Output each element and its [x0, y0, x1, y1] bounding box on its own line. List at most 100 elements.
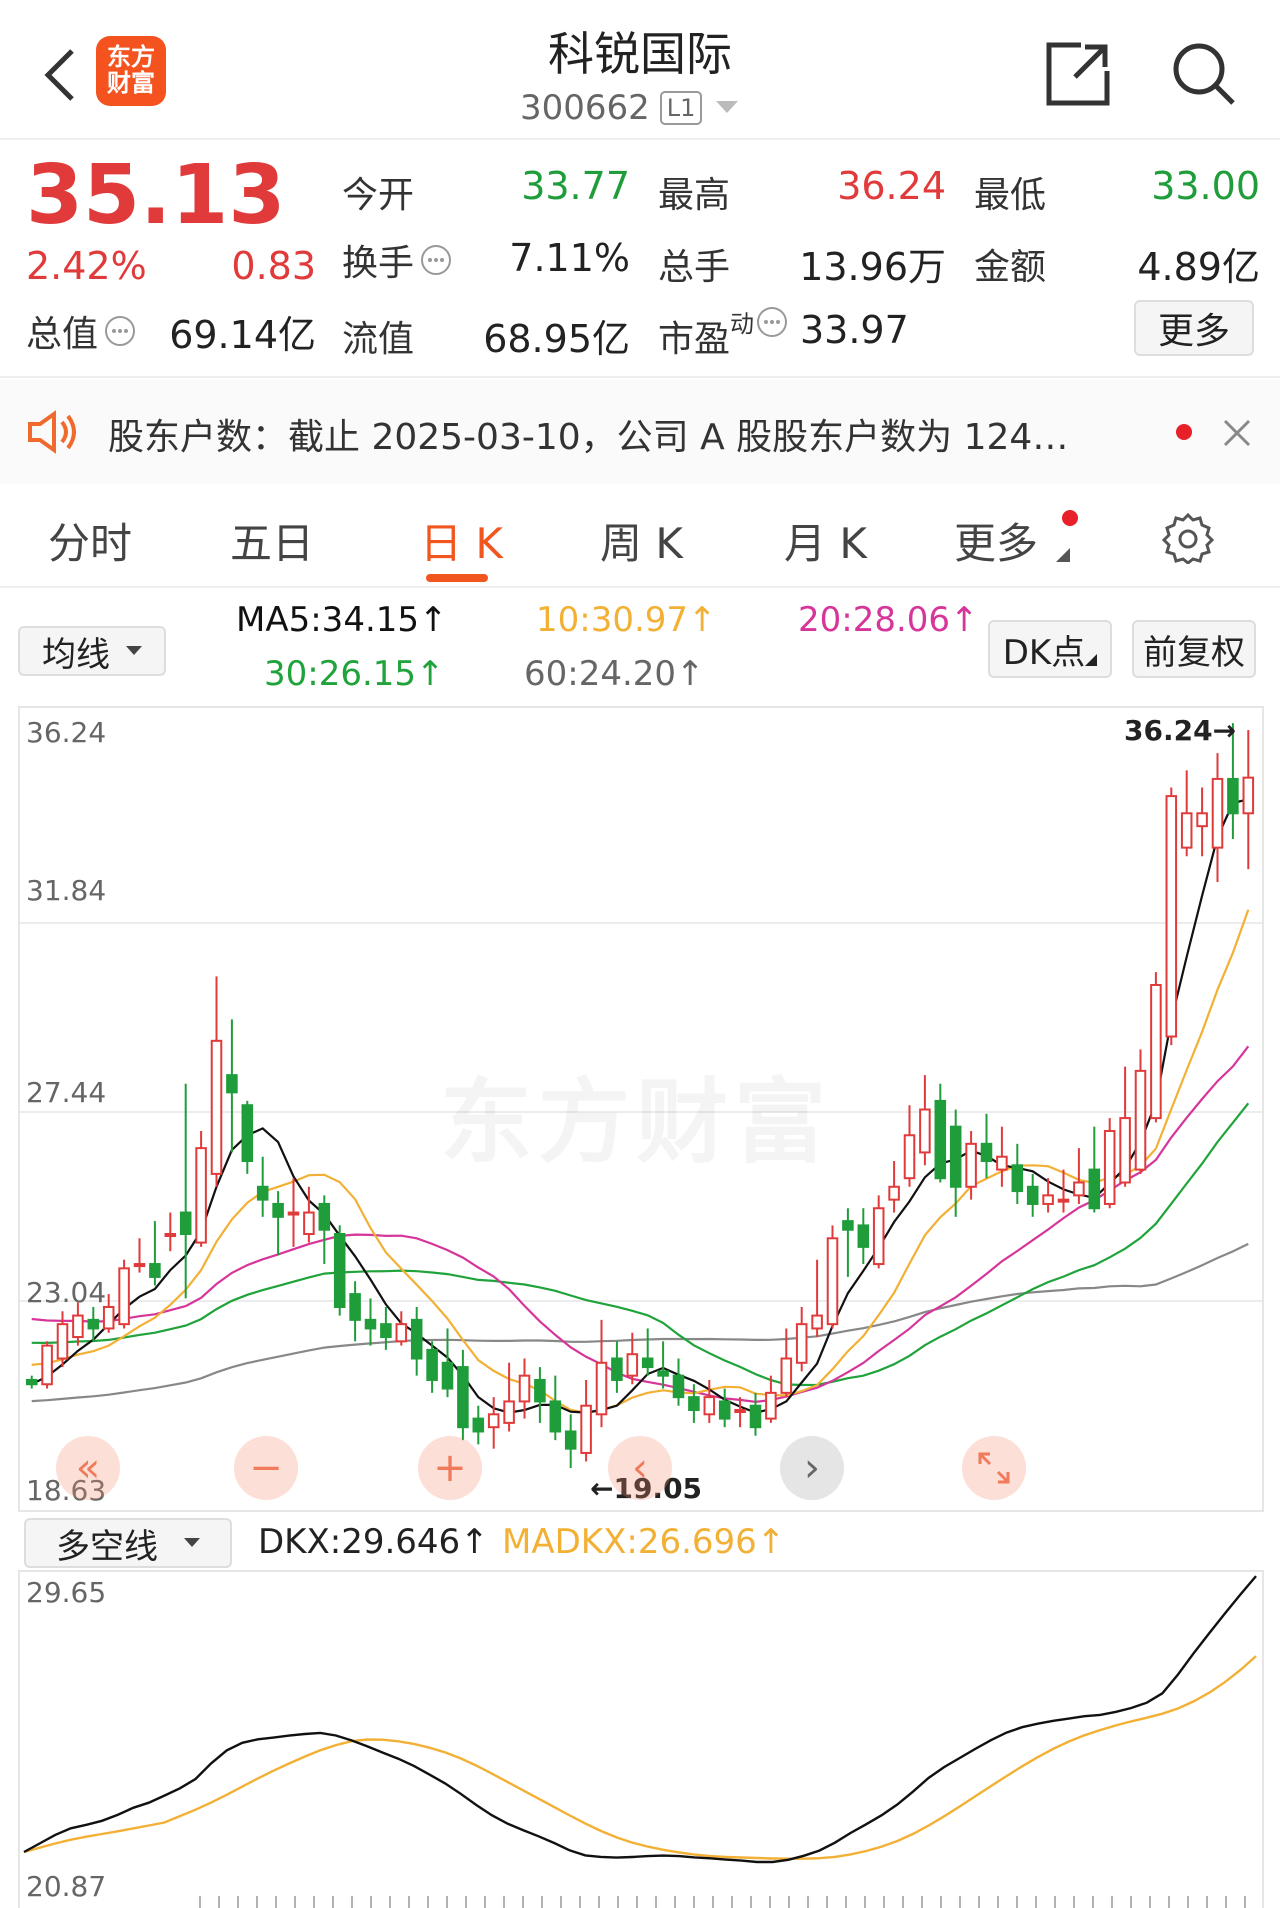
candle-body: [949, 1125, 962, 1188]
info-icon[interactable]: [420, 244, 452, 276]
candle: [1026, 1173, 1039, 1217]
candle: [765, 1375, 777, 1423]
stat-low-value: 33.00: [1151, 164, 1260, 208]
candle: [903, 1105, 916, 1187]
back-button[interactable]: [30, 40, 90, 110]
dropdown-triangle-icon: [184, 1538, 200, 1547]
candle-body: [703, 1396, 716, 1416]
candle-body: [811, 1314, 823, 1330]
fullscreen-button[interactable]: [962, 1436, 1026, 1500]
tab-intraday[interactable]: 分时: [48, 510, 132, 571]
stat-volume-label: 总手: [658, 247, 731, 288]
candle-body: [1073, 1181, 1085, 1197]
kline-chart[interactable]: 东方财富 36.24 31.84 27.44 23.04 18.63 36.24…: [18, 706, 1264, 1512]
candle-body: [1134, 1069, 1147, 1171]
candle-body: [303, 1211, 315, 1235]
y-label-3: 27.44: [26, 1076, 107, 1109]
tab-monthly-k[interactable]: 月 K: [784, 510, 867, 571]
scroll-right-button[interactable]: ›: [780, 1436, 844, 1500]
candle-body: [1011, 1164, 1024, 1193]
zoom-out-button[interactable]: −: [234, 1436, 298, 1500]
more-button[interactable]: 更多: [1134, 300, 1254, 356]
candle: [980, 1113, 993, 1179]
candle: [1011, 1143, 1024, 1204]
current-price: 35.13: [26, 148, 286, 243]
stat-float-value-label: 流值: [342, 319, 415, 360]
candle: [1150, 972, 1162, 1123]
scroll-left-fast-button[interactable]: «: [56, 1436, 120, 1500]
candle-body: [580, 1404, 592, 1454]
scroll-left-button[interactable]: ‹: [608, 1436, 672, 1500]
candle-body: [611, 1357, 623, 1381]
quote-divider: [0, 376, 1280, 378]
candle-body: [487, 1413, 500, 1429]
dropdown-triangle-icon: [126, 646, 142, 655]
stock-code-row[interactable]: 300662 L1: [520, 86, 780, 130]
search-button[interactable]: [1166, 36, 1242, 112]
info-icon[interactable]: [756, 306, 788, 338]
candle-body: [1042, 1194, 1054, 1205]
candle: [1165, 787, 1178, 1046]
notice-unread-dot: [1176, 424, 1192, 440]
candle-body: [102, 1305, 115, 1330]
candle-body: [410, 1318, 423, 1360]
stat-open-value: 33.77: [521, 164, 630, 208]
candle-body: [1196, 812, 1208, 828]
candle-body: [25, 1378, 38, 1386]
tab-more[interactable]: 更多: [954, 510, 1078, 571]
madkx-value: MADKX:26.696↑: [502, 1522, 786, 1562]
zoom-in-button[interactable]: +: [418, 1436, 482, 1500]
quote-panel: 35.13 2.42% 0.83 总值 69.14亿 今开 33.77 最高 3…: [0, 140, 1280, 376]
tab-five-day[interactable]: 五日: [230, 510, 314, 571]
tab-weekly-k[interactable]: 周 K: [600, 510, 683, 571]
adjust-button[interactable]: 前复权: [1132, 620, 1256, 678]
ma5-value: MA5:34.15↑: [236, 600, 448, 640]
candle-body: [765, 1391, 777, 1420]
candle-body: [164, 1233, 177, 1237]
candle-body: [795, 1323, 808, 1364]
candle-body: [195, 1147, 207, 1244]
indicator-bar: 多空线 DKX:29.646↑ MADKX:26.696↑: [0, 1514, 1280, 1570]
candle: [256, 1156, 269, 1217]
total-value: 69.14亿: [169, 312, 316, 357]
candle: [149, 1221, 161, 1286]
ma-selector[interactable]: 均线: [18, 626, 166, 676]
candle-body: [780, 1357, 793, 1394]
ma10-value: 10:30.97↑: [536, 600, 717, 640]
candle: [996, 1126, 1008, 1187]
share-button[interactable]: [1040, 36, 1116, 112]
candle: [318, 1195, 331, 1265]
candle: [210, 976, 223, 1187]
candle-body: [872, 1207, 885, 1266]
stat-high-label: 最高: [658, 175, 731, 216]
candle: [133, 1238, 146, 1273]
info-icon[interactable]: [104, 315, 136, 347]
stat-low-label: 最低: [974, 175, 1047, 216]
candle-body: [1242, 776, 1255, 815]
dk-point-button[interactable]: DK点: [988, 620, 1112, 678]
indicator-chart[interactable]: 29.65 20.87: [18, 1570, 1264, 1908]
candle: [534, 1367, 546, 1423]
total-value-row: 总值 69.14亿: [26, 306, 316, 357]
notice-bar[interactable]: 股东户数：截止 2025-03-10，公司 A 股股东户数为 124…: [0, 380, 1280, 484]
candle-body: [1088, 1168, 1101, 1210]
tab-daily-k[interactable]: 日 K: [420, 510, 503, 571]
indicator-selector[interactable]: 多空线: [24, 1518, 232, 1568]
gear-icon[interactable]: [1162, 512, 1214, 564]
candle-body: [549, 1400, 562, 1433]
candle: [72, 1302, 84, 1346]
stat-pe-superscript: 动: [730, 310, 755, 338]
candle: [888, 1161, 900, 1213]
candle: [1242, 730, 1255, 870]
candle-body: [626, 1353, 639, 1377]
candle: [718, 1388, 731, 1428]
candle-body: [210, 1039, 223, 1175]
y-label-2: 31.84: [26, 874, 107, 907]
candle-body: [256, 1185, 269, 1201]
candle-body: [426, 1348, 438, 1381]
candle: [395, 1311, 408, 1346]
y-label-1: 36.24: [26, 716, 107, 749]
candle-body: [996, 1155, 1008, 1171]
close-icon[interactable]: [1222, 418, 1252, 448]
candle: [1134, 1049, 1147, 1174]
